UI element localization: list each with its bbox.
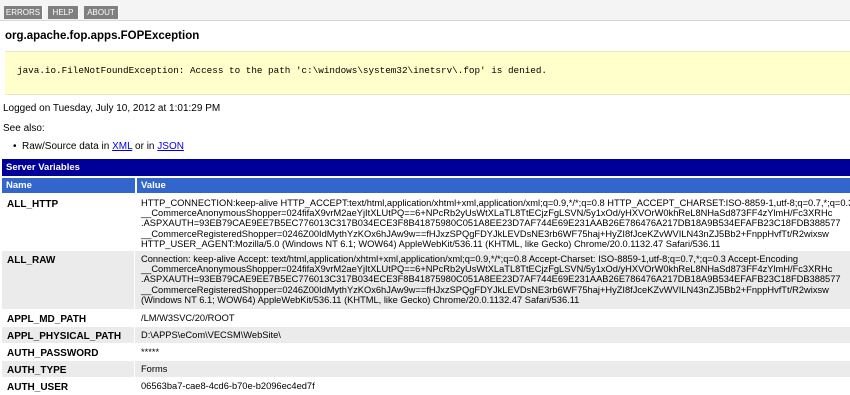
- variable-name: ALL_HTTP: [2, 195, 135, 250]
- variable-value: Connection: keep-alive Accept: text/html…: [141, 254, 841, 305]
- table-row: AUTH_TYPE Forms: [2, 361, 850, 378]
- variable-value: *****: [141, 347, 160, 357]
- nav-errors-link[interactable]: ERRORS: [4, 6, 43, 19]
- variable-value: D:\APPS\eCom\VECSM\WebSite\: [141, 330, 281, 340]
- table-row: APPL_PHYSICAL_PATH D:\APPS\eCom\VECSM\We…: [2, 327, 850, 344]
- raw-data-mid: or in: [132, 141, 158, 152]
- json-link[interactable]: JSON: [157, 141, 184, 152]
- variable-name: ALL_RAW: [2, 251, 135, 309]
- variable-name: APPL_MD_PATH: [2, 310, 135, 326]
- column-header-name: Name: [2, 178, 135, 193]
- variable-value: /LM/W3SVC/20/ROOT: [141, 313, 235, 323]
- page-title: org.apache.fop.apps.FOPException: [5, 30, 200, 42]
- top-nav-bar: ERRORS HELP ABOUT: [0, 0, 850, 21]
- table-row: ALL_RAW Connection: keep-alive Accept: t…: [2, 251, 850, 310]
- variable-value: HTTP_CONNECTION:keep-alive HTTP_ACCEPT:t…: [141, 198, 850, 249]
- error-message-text: java.io.FileNotFoundException: Access to…: [17, 65, 548, 76]
- raw-data-prefix: Raw/Source data in: [22, 141, 113, 152]
- xml-link[interactable]: XML: [112, 141, 132, 152]
- nav-about-link[interactable]: ABOUT: [84, 6, 119, 19]
- table-row: ALL_HTTP HTTP_CONNECTION:keep-alive HTTP…: [2, 195, 850, 251]
- column-header-value: Value: [137, 178, 850, 193]
- table-row: AUTH_PASSWORD *****: [2, 344, 850, 361]
- variable-name: APPL_PHYSICAL_PATH: [2, 327, 135, 343]
- variable-name: AUTH_TYPE: [2, 361, 135, 377]
- bullet-icon: •: [13, 141, 17, 152]
- see-also-label: See also:: [3, 123, 45, 134]
- variable-value: 06563ba7-cae8-4cd6-b70e-b2096ec4ed7f: [141, 381, 315, 391]
- logged-timestamp: Logged on Tuesday, July 10, 2012 at 1:01…: [3, 103, 221, 114]
- server-variables-heading: Server Variables: [2, 159, 850, 176]
- variable-name: AUTH_USER: [2, 378, 135, 395]
- table-row: AUTH_USER 06563ba7-cae8-4cd6-b70e-b2096e…: [2, 378, 850, 395]
- error-message-box: java.io.FileNotFoundException: Access to…: [5, 51, 850, 95]
- table-row: APPL_MD_PATH /LM/W3SVC/20/ROOT: [2, 310, 850, 327]
- nav-help-link[interactable]: HELP: [48, 6, 79, 19]
- variable-value: Forms: [141, 364, 168, 374]
- variable-name: AUTH_PASSWORD: [2, 344, 135, 360]
- raw-data-list-item: • Raw/Source data in XML or in JSON: [13, 141, 184, 152]
